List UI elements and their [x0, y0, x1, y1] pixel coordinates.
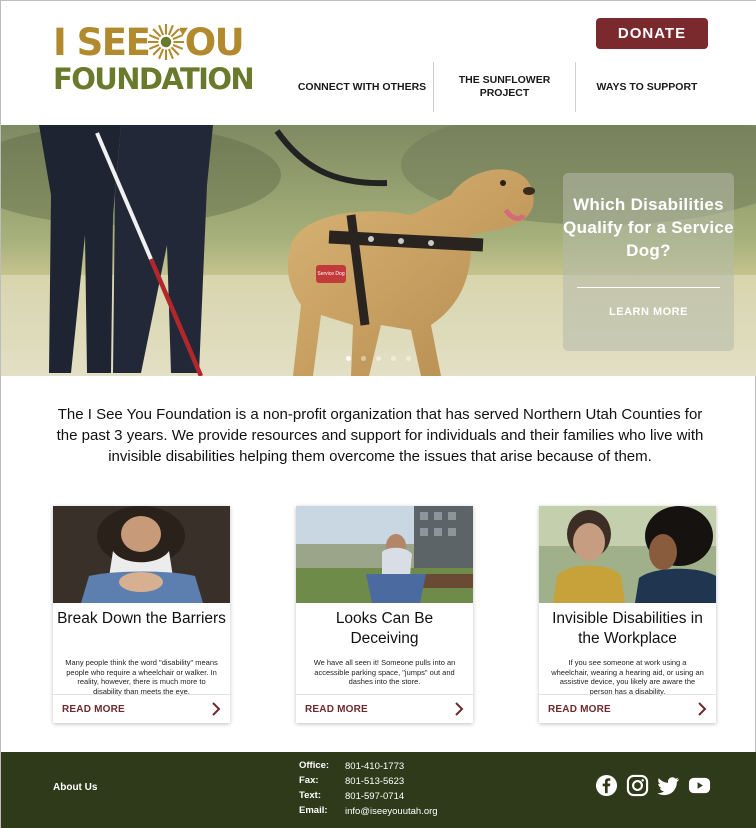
- carousel-dot[interactable]: [406, 356, 411, 361]
- service-dog-tag-text: Service Dog: [317, 271, 344, 277]
- hero-callout: Which Disabilities Qualify for a Service…: [563, 173, 734, 351]
- logo-bottom-text: FOUNDATION: [53, 62, 255, 96]
- card-image: [296, 506, 473, 603]
- card-title: Looks Can Be Deceiving: [335, 610, 434, 647]
- nav-ways-to-support[interactable]: WAYS TO SUPPORT: [576, 62, 718, 112]
- contact-label: Email:: [299, 805, 328, 816]
- article-card: Break Down the Barriers Many people thin…: [53, 506, 230, 723]
- twitter-icon[interactable]: [657, 774, 680, 797]
- card-footer[interactable]: READ MORE: [539, 694, 716, 723]
- main-nav: CONNECT WITH OTHERS THE SUNFLOWER PROJEC…: [291, 62, 718, 112]
- fax-number: 801-513-5623: [345, 776, 405, 787]
- card-title: Break Down the Barriers: [57, 610, 226, 627]
- article-card: Looks Can Be Deceiving We have all seen …: [296, 506, 473, 723]
- card-image: [539, 506, 716, 603]
- contact-label: Office:: [299, 760, 330, 771]
- text-number[interactable]: 801-597-0714: [345, 791, 404, 802]
- chevron-right-icon[interactable]: [697, 702, 707, 716]
- card-footer[interactable]: READ MORE: [53, 694, 230, 723]
- hero-carousel: Service Dog Which Disabilities Qualify f…: [1, 125, 756, 376]
- card-title: Invisible Disabilities in the Workplace: [552, 610, 703, 647]
- card-excerpt: Many people think the word "disability" …: [65, 658, 218, 696]
- read-more-link[interactable]: READ MORE: [62, 704, 125, 715]
- chevron-right-icon[interactable]: [454, 702, 464, 716]
- article-card: Invisible Disabilities in the Workplace …: [539, 506, 716, 723]
- instagram-icon[interactable]: [626, 774, 649, 797]
- card-excerpt: We have all seen it! Someone pulls into …: [313, 658, 456, 686]
- read-more-link[interactable]: READ MORE: [305, 704, 368, 715]
- hero-divider: [577, 287, 720, 288]
- contact-row: Office: 801-410-1773: [299, 760, 499, 775]
- email-link[interactable]: info@iseeyouutah.org: [345, 806, 438, 817]
- contact-label: Text:: [299, 790, 321, 801]
- carousel-dot[interactable]: [361, 356, 366, 361]
- contact-label: Fax:: [299, 775, 319, 786]
- carousel-dot[interactable]: [346, 356, 351, 361]
- nav-connect-with-others[interactable]: CONNECT WITH OTHERS: [291, 62, 433, 112]
- intro-paragraph: The I See You Foundation is a non-profit…: [56, 406, 704, 465]
- card-excerpt: If you see someone at work using a wheel…: [551, 658, 704, 696]
- site-footer: About Us Office: 801-410-1773 Fax: 801-5…: [1, 752, 756, 828]
- site-header: I SEE YOU FOUNDATION DONATE CONNECT WITH…: [1, 1, 756, 125]
- contact-row: Text: 801-597-0714: [299, 790, 499, 805]
- nav-sunflower-project[interactable]: THE SUNFLOWER PROJECT: [434, 62, 575, 112]
- contact-row: Fax: 801-513-5623: [299, 775, 499, 790]
- contact-info: Office: 801-410-1773 Fax: 801-513-5623 T…: [299, 760, 499, 820]
- facebook-icon[interactable]: [595, 774, 618, 797]
- social-links: [595, 774, 711, 797]
- donate-button[interactable]: DONATE: [596, 18, 708, 49]
- contact-row: Email: info@iseeyouutah.org: [299, 805, 499, 820]
- carousel-dot[interactable]: [391, 356, 396, 361]
- carousel-dots: [346, 356, 411, 361]
- chevron-right-icon[interactable]: [211, 702, 221, 716]
- carousel-dot[interactable]: [376, 356, 381, 361]
- site-logo[interactable]: I SEE YOU FOUNDATION: [53, 23, 255, 99]
- learn-more-link[interactable]: LEARN MORE: [563, 306, 734, 318]
- hero-title: Which Disabilities Qualify for a Service…: [563, 195, 734, 260]
- card-footer[interactable]: READ MORE: [296, 694, 473, 723]
- card-image: [53, 506, 230, 603]
- about-us-link[interactable]: About Us: [53, 782, 97, 793]
- sunflower-icon: [147, 23, 185, 61]
- office-phone[interactable]: 801-410-1773: [345, 761, 404, 772]
- read-more-link[interactable]: READ MORE: [548, 704, 611, 715]
- youtube-icon[interactable]: [688, 774, 711, 797]
